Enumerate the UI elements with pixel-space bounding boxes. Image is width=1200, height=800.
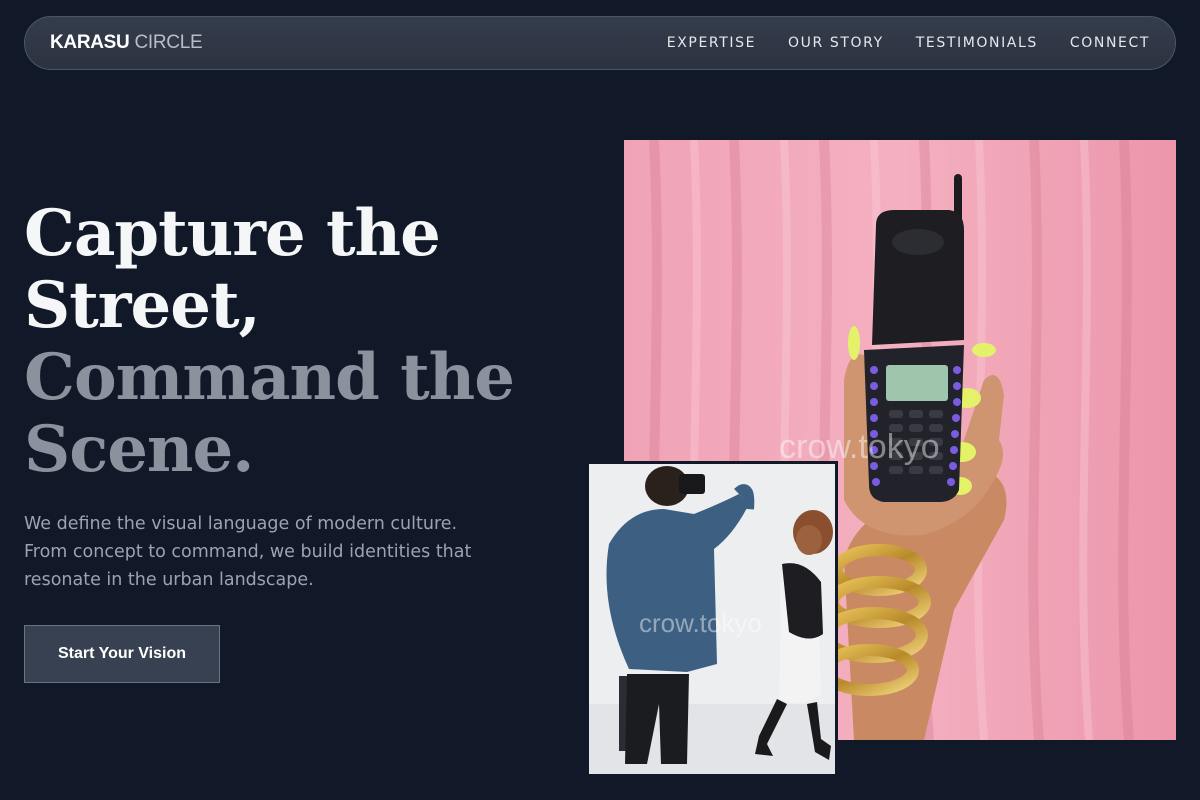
brand-logo[interactable]: KARASU CIRCLE [50, 32, 203, 54]
brand-primary: KARASU [50, 32, 130, 53]
hero-photo-photographer: crow.tokyo [586, 461, 838, 777]
headline-line-2: Street, [24, 268, 261, 343]
small-watermark: crow.tokyo [639, 608, 762, 638]
nav-link-testimonials[interactable]: TESTIMONIALS [916, 35, 1038, 51]
nav-link-expertise[interactable]: EXPERTISE [667, 35, 756, 51]
photographer-photo-illustration: crow.tokyo [589, 464, 835, 774]
brand-secondary: CIRCLE [134, 32, 203, 53]
hero-headline: Capture the Street, Command the Scene. [24, 198, 584, 486]
top-navbar: KARASU CIRCLE EXPERTISE OUR STORY TESTIM… [24, 16, 1176, 70]
nav-link-connect[interactable]: CONNECT [1070, 35, 1150, 51]
headline-line-1: Capture the [24, 196, 441, 271]
nav-links: EXPERTISE OUR STORY TESTIMONIALS CONNECT [667, 35, 1150, 51]
start-vision-button[interactable]: Start Your Vision [24, 625, 220, 683]
headline-line-4: Scene. [24, 412, 254, 487]
nav-link-our-story[interactable]: OUR STORY [788, 35, 884, 51]
hero-description: We define the visual language of modern … [24, 514, 472, 590]
headline-line-3: Command the [24, 340, 515, 415]
landing-page: KARASU CIRCLE EXPERTISE OUR STORY TESTIM… [0, 0, 1200, 800]
